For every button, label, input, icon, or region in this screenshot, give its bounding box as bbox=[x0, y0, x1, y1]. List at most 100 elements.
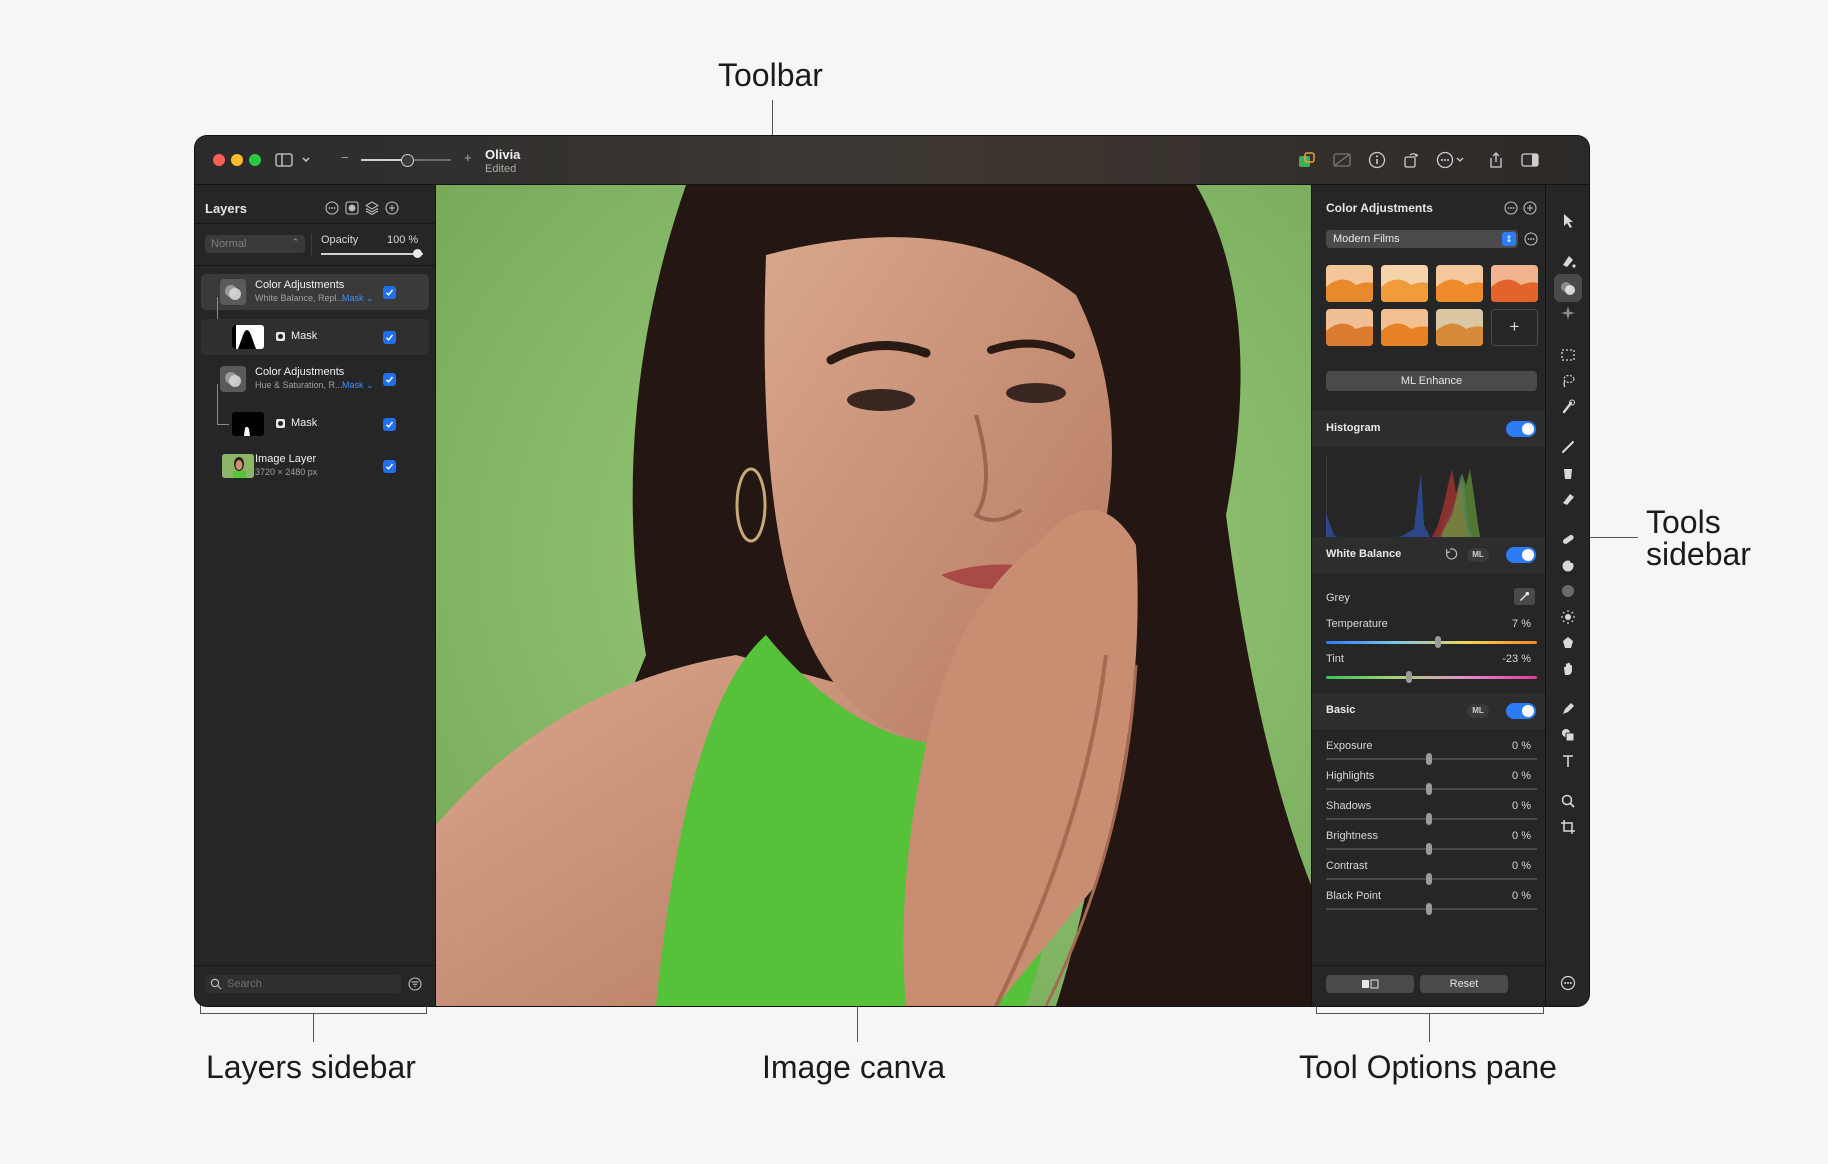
compare-image-icon[interactable] bbox=[1331, 149, 1353, 171]
preset-thumbnail[interactable] bbox=[1436, 309, 1483, 346]
text-icon[interactable] bbox=[1558, 751, 1578, 771]
pointer-icon[interactable] bbox=[1558, 211, 1578, 231]
tint-slider[interactable] bbox=[1326, 671, 1537, 683]
distort-icon[interactable] bbox=[1558, 633, 1578, 653]
preset-more-icon[interactable] bbox=[1524, 232, 1538, 251]
inspector-toggle-icon[interactable] bbox=[1519, 149, 1541, 171]
close-window-button[interactable] bbox=[213, 154, 225, 166]
preset-thumbnail[interactable] bbox=[1381, 265, 1428, 302]
basic-slider-track[interactable] bbox=[1326, 843, 1537, 855]
basic-slider-track[interactable] bbox=[1326, 903, 1537, 915]
eraser-icon[interactable] bbox=[1558, 489, 1578, 509]
crop-icon[interactable] bbox=[1558, 817, 1578, 837]
layer-visibility-checkbox[interactable] bbox=[383, 460, 396, 473]
basic-slider-knob[interactable] bbox=[1426, 873, 1432, 885]
layer-row-color-adjustments-1[interactable]: Color Adjustments White Balance, Repl...… bbox=[201, 274, 429, 310]
zoom-slider-knob[interactable] bbox=[401, 154, 414, 167]
smudge-icon[interactable] bbox=[1558, 659, 1578, 679]
minimize-window-button[interactable] bbox=[231, 154, 243, 166]
ml-badge[interactable]: ML bbox=[1467, 548, 1489, 562]
sparkle-icon[interactable] bbox=[1558, 303, 1578, 323]
image-layer-thumbnail bbox=[222, 454, 254, 478]
tint-slider-knob[interactable] bbox=[1405, 671, 1412, 683]
clone-icon[interactable] bbox=[1558, 555, 1578, 575]
reset-icon[interactable] bbox=[1444, 547, 1458, 566]
basic-slider-track[interactable] bbox=[1326, 753, 1537, 765]
layer-visibility-checkbox[interactable] bbox=[383, 286, 396, 299]
ml-badge[interactable]: ML bbox=[1467, 704, 1489, 718]
info-icon[interactable] bbox=[1366, 149, 1388, 171]
compare-split-button[interactable] bbox=[1326, 975, 1414, 993]
reset-button[interactable]: Reset bbox=[1420, 975, 1508, 993]
white-balance-toggle[interactable] bbox=[1506, 547, 1536, 563]
repair-icon[interactable] bbox=[1558, 529, 1578, 549]
preset-thumbnail[interactable] bbox=[1491, 265, 1538, 302]
chevron-down-icon[interactable] bbox=[295, 149, 317, 171]
layers-more-icon[interactable] bbox=[325, 201, 339, 220]
basic-slider-track[interactable] bbox=[1326, 873, 1537, 885]
filter-icon[interactable] bbox=[408, 977, 422, 996]
zoom-slider[interactable] bbox=[361, 154, 451, 167]
basic-slider-track[interactable] bbox=[1326, 813, 1537, 825]
options-more-icon[interactable] bbox=[1504, 201, 1518, 220]
temperature-slider[interactable] bbox=[1326, 636, 1537, 648]
preset-group-select[interactable]: Modern Films ⇕ bbox=[1326, 230, 1518, 248]
temperature-slider-knob[interactable] bbox=[1434, 636, 1441, 648]
callout-tool-options: Tool Options pane bbox=[1299, 1049, 1557, 1085]
shapes-icon[interactable] bbox=[1558, 725, 1578, 745]
zoom-icon[interactable] bbox=[1558, 791, 1578, 811]
more-options-icon[interactable] bbox=[1435, 149, 1467, 171]
basic-toggle[interactable] bbox=[1506, 703, 1536, 719]
layer-row-image-layer[interactable]: Image Layer 3720 × 2480 px bbox=[201, 448, 429, 484]
add-layer-icon[interactable] bbox=[385, 201, 399, 220]
brush-icon[interactable] bbox=[1558, 437, 1578, 457]
mask-icon[interactable] bbox=[345, 201, 359, 220]
zoom-in-button[interactable]: + bbox=[464, 150, 472, 165]
basic-slider-knob[interactable] bbox=[1426, 783, 1432, 795]
basic-slider-track[interactable] bbox=[1326, 783, 1537, 795]
color-adjust-icon[interactable] bbox=[1554, 274, 1582, 302]
preset-thumbnail[interactable] bbox=[1326, 265, 1373, 302]
share-icon[interactable] bbox=[1485, 149, 1507, 171]
preset-thumbnail[interactable] bbox=[1326, 309, 1373, 346]
quick-select-icon[interactable] bbox=[1558, 397, 1578, 417]
eyedropper-icon[interactable] bbox=[1514, 588, 1535, 605]
layer-visibility-checkbox[interactable] bbox=[383, 331, 396, 344]
light-icon[interactable] bbox=[1558, 607, 1578, 627]
layers-stack-icon[interactable] bbox=[364, 201, 380, 220]
layer-visibility-checkbox[interactable] bbox=[383, 418, 396, 431]
ml-enhance-button[interactable]: ML Enhance bbox=[1326, 371, 1537, 391]
pen-icon[interactable] bbox=[1558, 699, 1578, 719]
rect-select-icon[interactable] bbox=[1558, 345, 1578, 365]
options-add-icon[interactable] bbox=[1523, 201, 1537, 220]
mask-link[interactable]: Mask ⌄ bbox=[342, 380, 374, 391]
rotate-icon[interactable] bbox=[1400, 149, 1422, 171]
layer-visibility-checkbox[interactable] bbox=[383, 373, 396, 386]
opacity-slider[interactable] bbox=[321, 249, 423, 258]
blend-mode-select[interactable]: Normal ⌃ bbox=[205, 235, 305, 253]
histogram-toggle[interactable] bbox=[1506, 421, 1536, 437]
ml-super-resolution-icon[interactable] bbox=[1296, 149, 1318, 171]
lasso-icon[interactable] bbox=[1558, 371, 1578, 391]
layer-row-mask-2[interactable]: Mask bbox=[201, 406, 429, 442]
zoom-window-button[interactable] bbox=[249, 154, 261, 166]
more-icon[interactable] bbox=[1558, 973, 1578, 993]
zoom-out-button[interactable]: − bbox=[341, 150, 349, 165]
mask-link[interactable]: Mask ⌄ bbox=[342, 293, 374, 304]
layer-row-color-adjustments-2[interactable]: Color Adjustments Hue & Saturation, R...… bbox=[201, 361, 429, 397]
add-preset-button[interactable]: + bbox=[1491, 309, 1538, 346]
layers-search-field[interactable]: Search bbox=[205, 975, 401, 993]
blur-icon[interactable] bbox=[1558, 581, 1578, 601]
sidebar-toggle-icon[interactable] bbox=[273, 149, 295, 171]
paint-bucket-icon[interactable] bbox=[1558, 251, 1578, 271]
basic-slider-knob[interactable] bbox=[1426, 843, 1432, 855]
layer-row-mask-1[interactable]: Mask bbox=[201, 319, 429, 355]
opacity-slider-knob[interactable] bbox=[413, 249, 422, 258]
preset-thumbnail[interactable] bbox=[1436, 265, 1483, 302]
preset-thumbnail[interactable] bbox=[1381, 309, 1428, 346]
basic-slider-knob[interactable] bbox=[1426, 903, 1432, 915]
bucket-icon[interactable] bbox=[1558, 463, 1578, 483]
basic-slider-knob[interactable] bbox=[1426, 753, 1432, 765]
basic-slider-knob[interactable] bbox=[1426, 813, 1432, 825]
image-canvas[interactable] bbox=[436, 185, 1311, 1006]
